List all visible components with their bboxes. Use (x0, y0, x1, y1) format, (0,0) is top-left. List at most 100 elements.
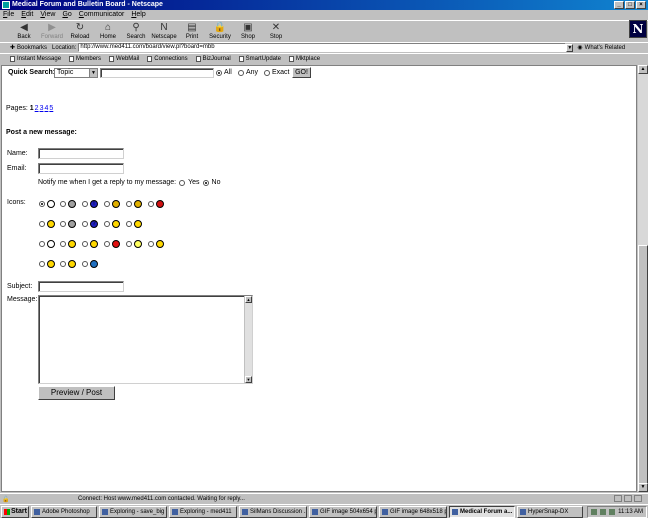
icon-radio[interactable] (60, 241, 66, 247)
location-dropdown-icon[interactable]: ▼ (566, 43, 574, 52)
icon-radio[interactable] (148, 201, 154, 207)
component-bar-icon[interactable] (614, 495, 622, 502)
icon-radio[interactable] (82, 261, 88, 267)
icon-radio[interactable] (60, 201, 66, 207)
icon-radio[interactable] (82, 201, 88, 207)
icon-option[interactable] (148, 200, 164, 208)
icon-option[interactable] (104, 220, 120, 228)
notify-yes-radio[interactable] (179, 179, 186, 186)
toolbar-forward-button[interactable]: ▶ Forward (38, 21, 66, 42)
icon-radio[interactable] (39, 201, 45, 207)
name-field[interactable] (38, 148, 124, 159)
taskbar-item[interactable]: Medical Forum a... (449, 505, 515, 518)
toolbar-reload-button[interactable]: ↻ Reload (66, 21, 94, 42)
personal-item-bizjournal[interactable]: BizJournal (195, 56, 231, 62)
netscape-logo[interactable]: N (629, 20, 647, 38)
preview-post-button[interactable]: Preview / Post (38, 386, 115, 400)
icon-radio[interactable] (104, 241, 110, 247)
taskbar-item[interactable]: SilMans Discussion ... (239, 505, 307, 518)
page-link-4[interactable]: 4 (44, 105, 48, 112)
toolbar-back-button[interactable]: ◀ Back (10, 21, 38, 42)
search-option-all[interactable]: All (216, 69, 232, 76)
radio-exact[interactable] (264, 69, 270, 76)
tray-icon[interactable] (609, 509, 616, 515)
menu-edit[interactable]: Edit (21, 10, 33, 19)
icon-radio[interactable] (104, 221, 110, 227)
tray-icon[interactable] (600, 509, 607, 515)
icon-radio[interactable] (126, 201, 132, 207)
icon-radio[interactable] (60, 261, 66, 267)
security-lock-icon[interactable]: 🔓 (2, 496, 9, 503)
scrollbar-thumb[interactable] (638, 245, 648, 485)
personal-item-instant-message[interactable]: Instant Message (10, 56, 61, 62)
whats-related-button[interactable]: ◉ What's Related (577, 44, 625, 52)
icon-option[interactable] (104, 240, 120, 248)
go-button[interactable]: GO! (292, 67, 311, 78)
icon-radio[interactable] (82, 241, 88, 247)
toolbar-netscape-button[interactable]: N Netscape (150, 21, 178, 42)
composer-icon[interactable] (634, 495, 642, 502)
search-option-exact[interactable]: Exact (264, 69, 290, 76)
toolbar-stop-button[interactable]: ✕ Stop (262, 21, 290, 42)
quick-search-input[interactable] (100, 68, 214, 78)
icon-radio[interactable] (126, 221, 132, 227)
textarea-scrollbar[interactable]: ▲ ▼ (244, 296, 252, 383)
subject-field[interactable] (38, 281, 124, 292)
personal-item-mktplace[interactable]: Mktplace (289, 56, 320, 62)
taskbar-item[interactable]: Adobe Photoshop (31, 505, 97, 518)
toolbar-search-button[interactable]: ⚲ Search (122, 21, 150, 42)
icon-radio[interactable] (39, 241, 45, 247)
menu-help[interactable]: Help (131, 10, 145, 19)
radio-any[interactable] (238, 69, 244, 76)
scroll-up-icon[interactable]: ▲ (245, 296, 252, 303)
icon-option[interactable]: ! (82, 200, 98, 208)
page-scrollbar[interactable]: ▲ ▼ (638, 65, 648, 492)
icon-radio[interactable] (60, 221, 66, 227)
icon-option[interactable] (82, 260, 98, 268)
notify-no-radio[interactable] (202, 179, 209, 186)
toolbar-shop-button[interactable]: ▣ Shop (234, 21, 262, 42)
quick-search-select[interactable]: Topic ▼ (54, 68, 98, 78)
taskbar-item[interactable]: Exploring - med411 (169, 505, 237, 518)
icon-option[interactable] (60, 240, 76, 248)
icon-option[interactable] (39, 200, 55, 208)
personal-item-webmail[interactable]: WebMail (109, 56, 139, 62)
tray-icon[interactable] (591, 509, 598, 515)
icon-option[interactable]: ? (82, 220, 98, 228)
location-input[interactable]: http://www.med411.com/board/view.pl?boar… (78, 43, 567, 52)
icon-option[interactable] (126, 240, 142, 248)
personal-item-members[interactable]: Members (69, 56, 101, 62)
personal-item-connections[interactable]: Connections (147, 56, 188, 62)
icon-option[interactable] (126, 220, 142, 228)
icon-option[interactable] (60, 260, 76, 268)
icon-option[interactable] (39, 220, 55, 228)
search-option-any[interactable]: Any (238, 69, 258, 76)
icon-option[interactable] (39, 240, 55, 248)
toolbar-print-button[interactable]: ▤ Print (178, 21, 206, 42)
icon-radio[interactable] (39, 261, 45, 267)
scroll-up-icon[interactable]: ▲ (638, 65, 648, 74)
taskbar-item[interactable]: Exploring - save_big (99, 505, 167, 518)
icon-option[interactable] (39, 260, 55, 268)
icon-option[interactable] (60, 200, 76, 208)
icon-radio[interactable] (126, 241, 132, 247)
minimize-icon[interactable]: _ (614, 1, 624, 9)
icon-radio[interactable] (39, 221, 45, 227)
icon-radio[interactable] (82, 221, 88, 227)
personal-item-smartupdate[interactable]: SmartUpdate (238, 56, 281, 62)
mail-icon[interactable] (624, 495, 632, 502)
scroll-down-icon[interactable]: ▼ (245, 376, 252, 383)
icon-option[interactable] (104, 200, 120, 208)
toolbar-security-button[interactable]: 🔒 Security (206, 21, 234, 42)
menu-communicator[interactable]: Communicator (79, 10, 125, 19)
icon-option[interactable] (60, 220, 76, 228)
menu-file[interactable]: File (3, 10, 14, 19)
page-link-3[interactable]: 3 (40, 105, 44, 112)
toolbar-home-button[interactable]: ⌂ Home (94, 21, 122, 42)
taskbar-item[interactable]: GIF image 648x518 p... (379, 505, 447, 518)
taskbar-item[interactable]: GIF image 504x654 p... (309, 505, 377, 518)
scroll-down-icon[interactable]: ▼ (638, 483, 648, 492)
taskbar-item[interactable]: HyperSnap-DX (517, 505, 583, 518)
icon-radio[interactable] (148, 241, 154, 247)
close-icon[interactable]: × (636, 1, 646, 9)
